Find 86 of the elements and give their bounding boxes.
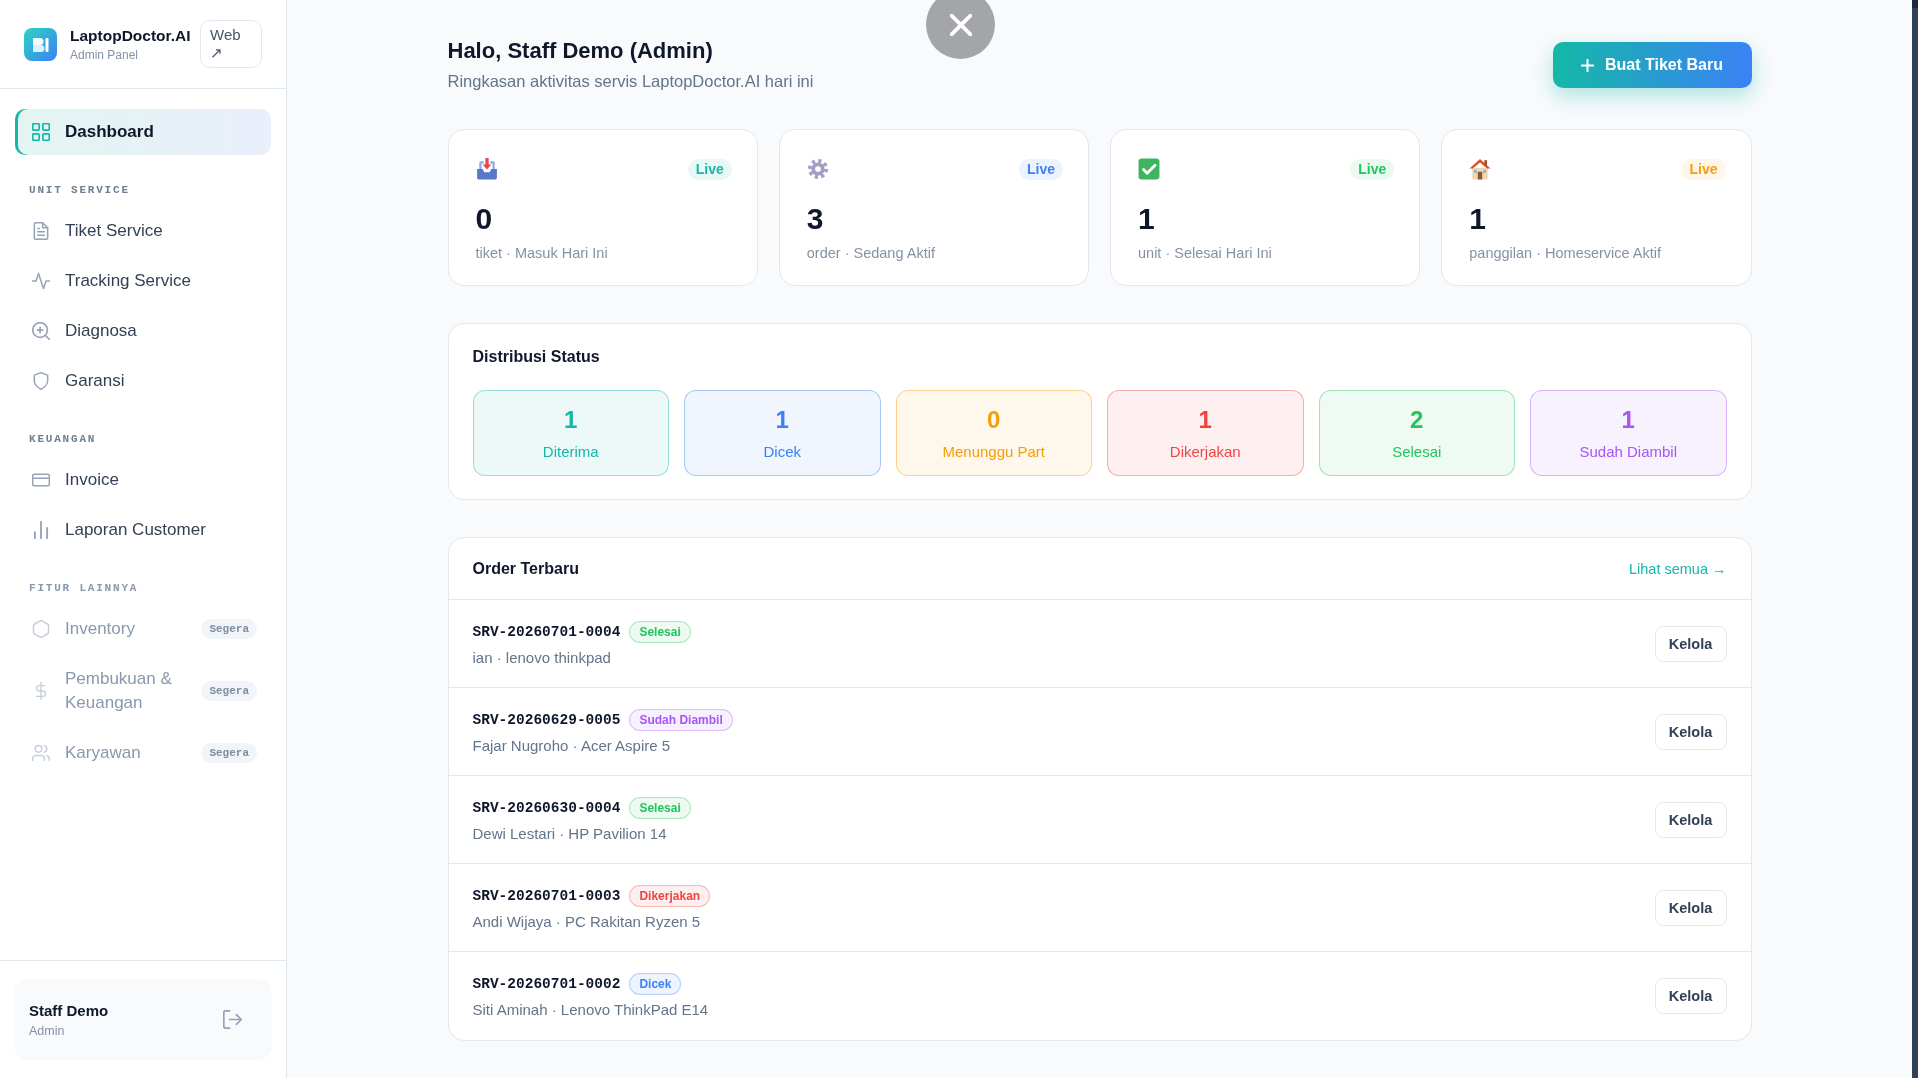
web-button[interactable]: Web ↗	[200, 20, 262, 68]
live-badge: Live	[1681, 158, 1726, 180]
status-count: 1	[775, 406, 789, 434]
grid-icon	[32, 123, 50, 141]
status-badge: Selesai	[629, 620, 691, 643]
nav-item[interactable]: Tracking Service	[15, 258, 271, 304]
status-label: Sudah Diambil	[1579, 442, 1678, 462]
status-count: 1	[564, 406, 578, 434]
bar-chart-icon	[32, 521, 50, 539]
brand-name: LaptopDoctor.AI	[70, 25, 191, 45]
order-detail: Siti Aminah · Lenovo ThinkPad E14	[472, 1000, 709, 1020]
order-detail: Andi Wijaya · PC Rakitan Ryzen 5	[472, 911, 701, 932]
section-heading: FITUR LAINNYA	[28, 581, 140, 596]
manage-button[interactable]: Kelola	[1654, 625, 1727, 662]
status-badge: Sudah Diambil	[629, 708, 733, 731]
status-count: 0	[987, 406, 1001, 434]
status-badge: Dikerjakan	[629, 884, 711, 907]
brand-subtitle: Admin Panel	[70, 47, 140, 63]
users-icon	[32, 744, 50, 762]
stat-value: 1	[1469, 201, 1486, 237]
order-id: SRV-20260630-0004	[472, 798, 621, 818]
close-icon	[949, 13, 972, 36]
plus-icon	[1581, 58, 1594, 72]
panel-title: Order Terbaru	[472, 558, 579, 579]
nav-item[interactable]: Invoice	[15, 457, 271, 503]
order-id: SRV-20260701-0002	[472, 975, 621, 994]
stat-label: unit · Selesai Hari Ini	[1138, 244, 1272, 263]
section-heading: UNIT SERVICE	[28, 183, 131, 198]
panel-title: Distribusi Status	[472, 347, 600, 367]
order-detail: Fajar Nugroho · Acer Aspire 5	[472, 735, 671, 756]
logo-icon	[24, 27, 57, 61]
order-detail: Dewi Lestari · HP Pavilion 14	[472, 823, 667, 844]
live-badge: Live	[687, 158, 732, 180]
status-count: 2	[1410, 406, 1424, 434]
check-box-icon	[1138, 158, 1160, 180]
soon-badge: Segera	[201, 681, 257, 701]
section-heading: KEUANGAN	[28, 432, 98, 447]
status-badge: Dicek	[629, 973, 682, 995]
stat-value: 3	[806, 201, 824, 237]
pulse-icon	[32, 272, 50, 290]
document-icon	[32, 222, 50, 240]
nav-item[interactable]: Garansi	[15, 358, 271, 404]
live-badge: Live	[1019, 158, 1063, 180]
nav-item[interactable]: Tiket Service	[15, 208, 271, 254]
manage-button[interactable]: Kelola	[1654, 978, 1727, 1014]
soon-badge: Segera	[201, 619, 257, 639]
live-badge: Live	[1350, 158, 1395, 180]
status-badge: Selesai	[629, 796, 691, 819]
scrollbar[interactable]	[1912, 0, 1918, 1078]
zoom-in-icon	[32, 322, 50, 340]
status-label: Dicek	[763, 442, 801, 462]
status-label: Diterima	[542, 442, 599, 462]
order-detail: ian · lenovo thinkpad	[472, 647, 611, 668]
manage-button[interactable]: Kelola	[1654, 889, 1727, 926]
manage-button[interactable]: Kelola	[1654, 713, 1727, 750]
status-count: 1	[1621, 406, 1635, 434]
nav-item[interactable]: Diagnosa	[15, 308, 271, 354]
user-name: Staff Demo	[29, 1000, 110, 1020]
status-count: 1	[1198, 406, 1212, 434]
order-id: SRV-20260701-0003	[472, 886, 621, 906]
card-icon	[32, 471, 50, 489]
order-id: SRV-20260629-0005	[472, 710, 621, 730]
manage-button[interactable]: Kelola	[1654, 801, 1727, 838]
soon-badge: Segera	[201, 743, 257, 763]
hexagon-icon	[32, 620, 50, 638]
inbox-tray-icon	[475, 158, 498, 180]
house-icon	[1469, 158, 1492, 180]
close-button[interactable]	[926, 0, 995, 59]
order-id: SRV-20260701-0004	[472, 622, 621, 642]
user-role: Admin	[29, 1022, 66, 1039]
gear-icon	[806, 158, 829, 180]
stat-label: order · Sedang Aktif	[806, 244, 935, 263]
stat-value: 0	[475, 201, 493, 237]
stat-value: 1	[1138, 201, 1155, 237]
stat-label: tiket · Masuk Hari Ini	[475, 244, 608, 263]
nav-item[interactable]: Dashboard	[15, 109, 271, 155]
status-label: Selesai	[1392, 442, 1442, 462]
page-title: Halo, Staff Demo (Admin)	[447, 37, 714, 65]
status-label: Dikerjakan	[1169, 442, 1241, 462]
logout-button[interactable]	[223, 1010, 242, 1029]
shield-icon	[32, 372, 50, 390]
logout-icon	[223, 1010, 242, 1029]
nav-item[interactable]: Laporan Customer	[15, 507, 271, 553]
stat-label: panggilan · Homeservice Aktif	[1469, 244, 1662, 263]
status-label: Menunggu Part	[942, 442, 1046, 462]
page-subtitle: Ringkasan aktivitas servis LaptopDoctor.AI hari ini	[447, 71, 814, 92]
